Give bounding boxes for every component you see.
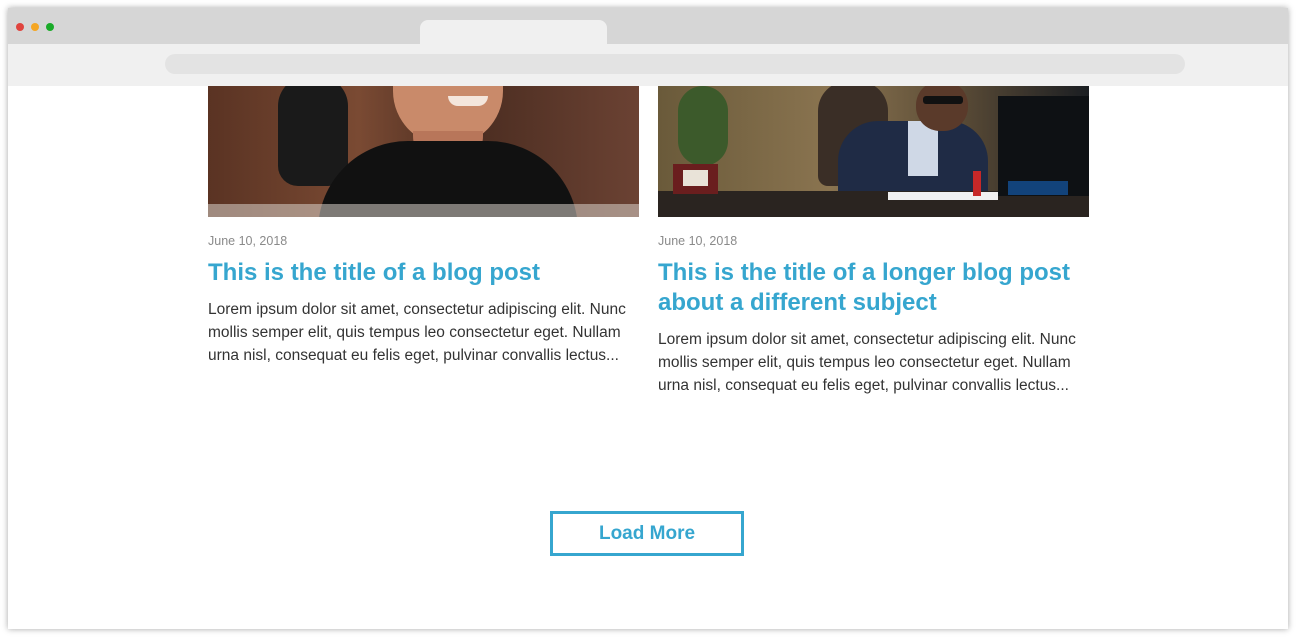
- blog-post-card: June 10, 2018 This is the title of a lon…: [658, 86, 1089, 397]
- minimize-window-icon[interactable]: [31, 23, 39, 31]
- post-excerpt: Lorem ipsum dolor sit amet, consectetur …: [658, 331, 1076, 394]
- load-more-button[interactable]: Load More: [550, 511, 744, 556]
- blog-post-image[interactable]: [658, 86, 1089, 217]
- browser-titlebar: [8, 8, 1288, 45]
- post-title[interactable]: This is the title of a blog post: [208, 258, 639, 288]
- blog-post-card: June 10, 2018 This is the title of a blo…: [208, 86, 639, 367]
- page-content: June 10, 2018 This is the title of a blo…: [8, 86, 1288, 629]
- browser-toolbar: [8, 44, 1288, 86]
- zoom-window-icon[interactable]: [46, 23, 54, 31]
- browser-tab[interactable]: [420, 20, 607, 45]
- close-window-icon[interactable]: [16, 23, 24, 31]
- blog-post-image[interactable]: [208, 86, 639, 217]
- post-excerpt: Lorem ipsum dolor sit amet, consectetur …: [208, 301, 626, 364]
- address-bar[interactable]: [165, 54, 1185, 74]
- post-date: June 10, 2018: [208, 234, 288, 248]
- browser-window: June 10, 2018 This is the title of a blo…: [8, 8, 1288, 629]
- post-date: June 10, 2018: [658, 234, 738, 248]
- post-title[interactable]: This is the title of a longer blog post …: [658, 258, 1089, 318]
